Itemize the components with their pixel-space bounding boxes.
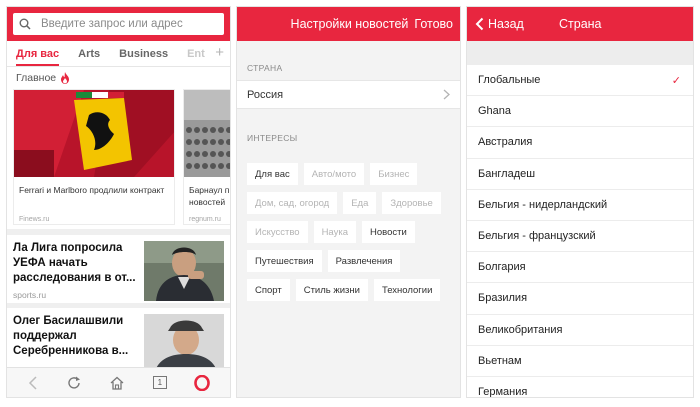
chip-row: Для вас Авто/мото Бизнес: [247, 163, 460, 185]
chip-news[interactable]: Новости: [362, 221, 415, 243]
story-source: sports.ru: [13, 290, 47, 300]
country-header: Назад Страна: [467, 7, 693, 41]
story-photo: [143, 314, 224, 374]
country-title: Страна: [559, 17, 602, 31]
chip-auto[interactable]: Авто/мото: [303, 163, 365, 185]
bottom-toolbar: 1: [7, 367, 230, 397]
country-value: Россия: [247, 88, 284, 101]
interest-chips: Для вас Авто/мото Бизнес Дом, сад, огоро…: [237, 163, 460, 301]
country-item[interactable]: Бельгия - французский: [467, 221, 693, 253]
tabs-count-button[interactable]: 1: [152, 376, 167, 389]
chip-entertainment[interactable]: Развлечения: [327, 250, 401, 272]
country-list: Глобальные ✓ Ghana Австралия Бангладеш Бе…: [467, 65, 693, 398]
country-item[interactable]: Бангладеш: [467, 159, 693, 190]
reload-icon[interactable]: [66, 375, 82, 391]
chip-lifestyle[interactable]: Стиль жизни: [295, 279, 368, 301]
chip-row: Дом, сад, огород Еда Здоровье: [247, 192, 460, 214]
country-name: Ghana: [478, 105, 512, 118]
country-item[interactable]: Великобритания: [467, 315, 693, 346]
add-tab-icon[interactable]: +: [215, 44, 224, 61]
country-item[interactable]: Глобальные ✓: [467, 65, 693, 97]
country-name: Бангладеш: [478, 167, 536, 180]
chip-business[interactable]: Бизнес: [370, 163, 418, 185]
country-item[interactable]: Бразилия: [467, 283, 693, 315]
settings-header: Настройки новостей Готово: [237, 7, 460, 41]
screenshot-stage: Введите запрос или адрес Для вас Arts Bu…: [0, 0, 700, 407]
interests-section-label: ИНТЕРЕСЫ: [247, 133, 298, 143]
story-photo: [143, 241, 224, 301]
chip-technology[interactable]: Технологии: [373, 279, 441, 301]
chip-row: Искусство Наука Новости: [247, 221, 460, 243]
country-item[interactable]: Ghana: [467, 96, 693, 128]
section-header: Главное: [7, 67, 230, 89]
story-text: Ла Лига попросила УЕФА начать расследова…: [13, 241, 140, 303]
parade-image: [184, 90, 230, 177]
ferrari-image: [14, 90, 174, 177]
chip-food[interactable]: Еда: [343, 192, 377, 214]
country-item[interactable]: Болгария: [467, 252, 693, 284]
country-name: Великобритания: [478, 323, 563, 336]
country-item[interactable]: Германия: [467, 377, 693, 398]
tab-for-you[interactable]: Для вас: [16, 48, 60, 66]
country-name: Болгария: [478, 261, 526, 274]
checkmark-icon: ✓: [671, 74, 681, 87]
feed-header: Введите запрос или адрес: [7, 7, 230, 41]
chip-row: Спорт Стиль жизни Технологии: [247, 279, 460, 301]
search-icon: [19, 18, 31, 30]
search-placeholder: Введите запрос или адрес: [41, 18, 183, 30]
card-source: regnum.ru: [189, 216, 221, 223]
category-tabs: Для вас Arts Business Ent +: [7, 41, 230, 67]
settings-title: Настройки новостей: [290, 17, 409, 31]
story-title: Олег Басилашвили поддержал Серебренников…: [13, 315, 129, 357]
list-item[interactable]: Ла Лига попросила УЕФА начать расследова…: [7, 235, 230, 308]
news-card[interactable]: Ferrari и Marlboro продлили контракт Fin…: [13, 89, 175, 225]
tab-entertainment[interactable]: Ent: [187, 48, 205, 66]
section-title: Главное: [16, 72, 57, 84]
done-button[interactable]: Готово: [414, 17, 453, 31]
chip-science[interactable]: Наука: [313, 221, 356, 243]
back-button[interactable]: Назад: [475, 17, 524, 31]
country-name: Вьетнам: [478, 354, 522, 367]
chip-sport[interactable]: Спорт: [247, 279, 290, 301]
chevron-left-icon: [475, 17, 484, 31]
news-card[interactable]: Барнаул п новостей regnum.ru: [183, 89, 230, 225]
back-label: Назад: [488, 17, 524, 31]
tab-business[interactable]: Business: [119, 48, 168, 66]
country-screen: Назад Страна Глобальные ✓ Ghana Австралия…: [466, 6, 694, 398]
chip-for-you[interactable]: Для вас: [247, 163, 298, 185]
search-input[interactable]: Введите запрос или адрес: [13, 13, 224, 35]
country-name: Бельгия - нидерландский: [478, 198, 608, 211]
country-name: Бельгия - французский: [478, 230, 596, 243]
fire-icon: [61, 72, 70, 84]
country-item[interactable]: Австралия: [467, 127, 693, 159]
news-feed-screen: Введите запрос или адрес Для вас Arts Bu…: [6, 6, 231, 398]
card-title: Барнаул п новостей: [189, 185, 230, 207]
country-item[interactable]: Вьетнам: [467, 346, 693, 377]
card-title: Ferrari и Marlboro продлили контракт: [19, 185, 165, 195]
header-strip: [467, 41, 693, 65]
tab-arts[interactable]: Arts: [78, 48, 100, 66]
opera-menu-icon[interactable]: [194, 374, 211, 391]
country-name: Глобальные: [478, 74, 541, 87]
chip-home-garden[interactable]: Дом, сад, огород: [247, 192, 338, 214]
country-name: Австралия: [478, 136, 533, 149]
chip-travel[interactable]: Путешествия: [247, 250, 322, 272]
home-icon[interactable]: [109, 375, 125, 391]
chip-row: Путешествия Развлечения: [247, 250, 460, 272]
country-name: Германия: [478, 385, 528, 398]
chip-health[interactable]: Здоровье: [382, 192, 441, 214]
country-section-label: СТРАНА: [247, 63, 283, 73]
story-title: Ла Лига попросила УЕФА начать расследова…: [13, 242, 136, 284]
card-source: Finews.ru: [19, 216, 50, 223]
top-cards: Ferrari и Marlboro продлили контракт Fin…: [7, 89, 230, 225]
country-item[interactable]: Бельгия - нидерландский: [467, 190, 693, 221]
country-row[interactable]: Россия: [237, 80, 460, 109]
chip-art[interactable]: Искусство: [247, 221, 308, 243]
news-settings-screen: Настройки новостей Готово СТРАНА Россия …: [236, 6, 461, 398]
chevron-right-icon: [443, 89, 450, 100]
country-name: Бразилия: [478, 292, 528, 305]
back-arrow-icon[interactable]: [27, 375, 39, 390]
